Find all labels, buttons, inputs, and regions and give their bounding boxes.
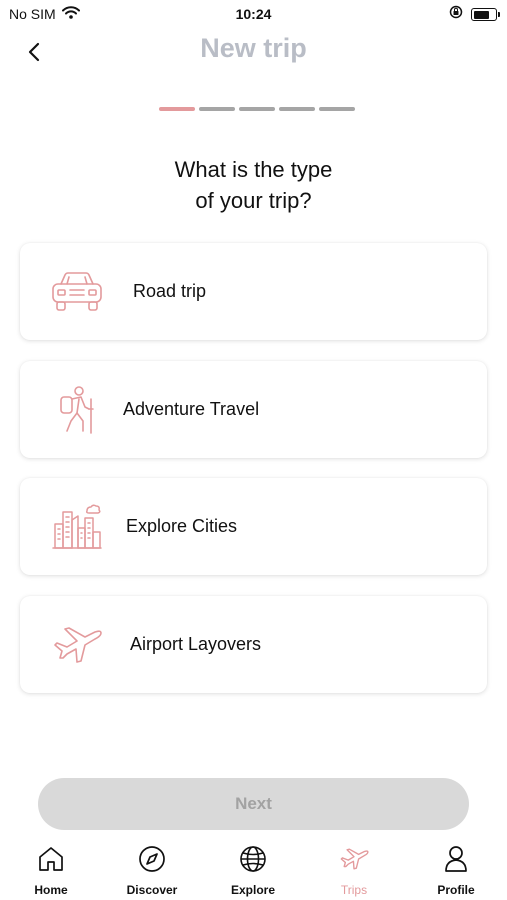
tab-bar: Home Discover Explore Trips Profile (0, 840, 507, 900)
tab-label: Explore (230, 883, 275, 897)
progress-step-active (159, 107, 195, 111)
tab-explore[interactable]: Explore (203, 844, 303, 900)
option-airport-layovers[interactable]: Airport Layovers (20, 596, 487, 693)
airplane-icon (48, 616, 106, 674)
tab-discover[interactable]: Discover (102, 844, 202, 900)
progress-step (239, 107, 275, 111)
home-icon (37, 844, 65, 874)
battery-fill (473, 10, 489, 19)
option-label: Road trip (133, 281, 207, 301)
status-time: 10:24 (235, 6, 272, 22)
option-adventure-travel[interactable]: Adventure Travel (20, 361, 487, 458)
status-right (449, 5, 500, 24)
progress-step (199, 107, 235, 111)
option-explore-cities[interactable]: Explore Cities (20, 478, 487, 575)
question-line-1: What is the type (174, 157, 333, 182)
car-icon (48, 263, 106, 321)
option-label: Adventure Travel (123, 399, 260, 419)
tab-label: Home (34, 883, 68, 897)
airplane-icon (339, 844, 369, 874)
tab-home[interactable]: Home (1, 844, 101, 900)
progress-step (279, 107, 315, 111)
battery-icon (471, 8, 500, 21)
hiker-icon (48, 381, 106, 439)
orientation-lock-icon (449, 5, 463, 24)
tab-trips[interactable]: Trips (304, 844, 404, 900)
person-icon (443, 844, 469, 874)
progress-step (319, 107, 355, 111)
compass-icon (138, 844, 166, 874)
next-button[interactable]: Next (38, 778, 469, 830)
status-bar: No SIM 10:24 (0, 0, 507, 30)
globe-icon (239, 844, 267, 874)
option-label: Explore Cities (126, 516, 238, 536)
step-progress (159, 107, 355, 111)
nav-bar: New trip (0, 30, 507, 74)
option-label: Airport Layovers (130, 634, 262, 654)
page-title: New trip (200, 33, 307, 63)
tab-label: Profile (437, 883, 475, 897)
city-icon (48, 498, 106, 556)
tab-profile[interactable]: Profile (406, 844, 506, 900)
tab-label: Discover (126, 883, 178, 897)
option-road-trip[interactable]: Road trip (20, 243, 487, 340)
question-heading: What is the type of your trip? (0, 154, 507, 216)
question-line-2: of your trip? (195, 188, 312, 213)
tab-label: Trips (340, 883, 368, 897)
